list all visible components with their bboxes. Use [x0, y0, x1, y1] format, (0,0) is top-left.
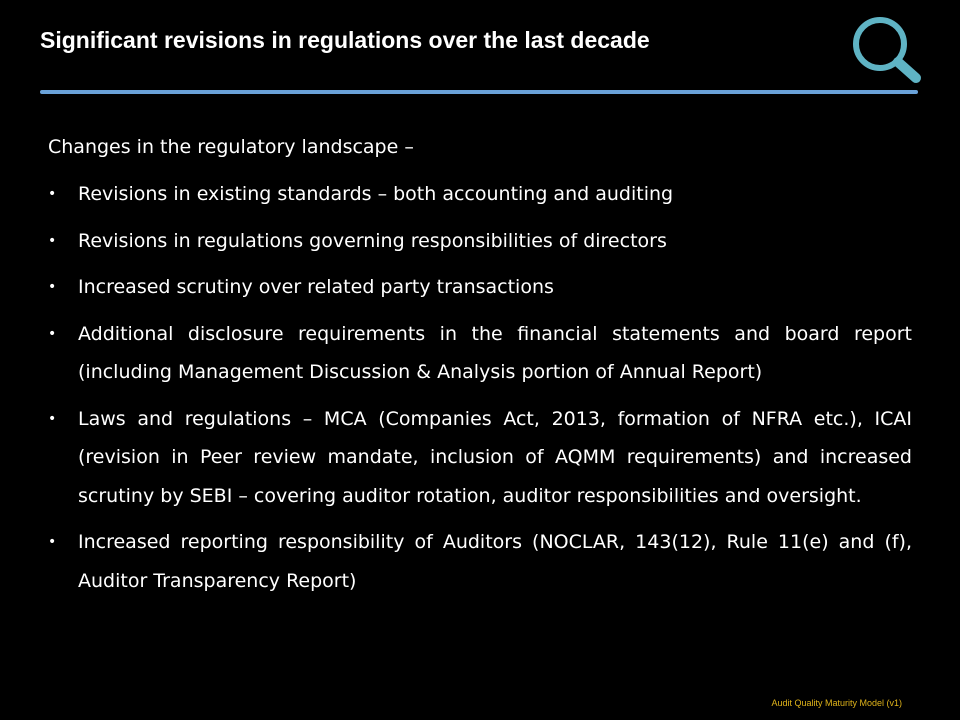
bullet-marker: • — [48, 325, 57, 342]
list-item: • Additional disclosure requirements in t… — [48, 315, 912, 392]
slide-body: Changes in the regulatory landscape – • R… — [48, 130, 912, 608]
intro-text: Changes in the regulatory landscape – — [48, 136, 414, 158]
list-item: • Increased reporting responsibility of A… — [48, 523, 912, 600]
bullet-marker: • — [48, 534, 57, 550]
bullet-list: • Revisions in existing standards – both … — [48, 175, 912, 600]
list-item: • Increased scrutiny over related party t… — [48, 268, 912, 307]
slide-title: Significant revisions in regulations ove… — [40, 27, 650, 53]
list-item-text: Increased scrutiny over related party tr… — [78, 276, 554, 298]
list-item: • Laws and regulations – MCA (Companies A… — [48, 400, 912, 516]
title-underline — [40, 90, 918, 94]
list-item-text: Revisions in existing standards – both a… — [78, 183, 674, 205]
list-item-text: Revisions in regulations governing respo… — [78, 229, 667, 252]
footer-caption: Audit Quality Maturity Model (v1) — [771, 698, 902, 708]
search-icon — [853, 17, 921, 83]
list-item-text: Increased reporting responsibility of Au… — [78, 531, 912, 592]
list-item: • Revisions in regulations governing resp… — [48, 222, 912, 261]
list-item: • Revisions in existing standards – both … — [48, 175, 912, 214]
bullet-marker: • — [48, 410, 57, 427]
list-item-text: Laws and regulations – MCA (Companies Ac… — [78, 407, 912, 507]
bullet-marker: • — [48, 279, 57, 295]
list-item-text: Additional disclosure requirements in th… — [78, 322, 912, 384]
bullet-marker: • — [48, 186, 57, 202]
bullet-marker: • — [48, 232, 57, 249]
